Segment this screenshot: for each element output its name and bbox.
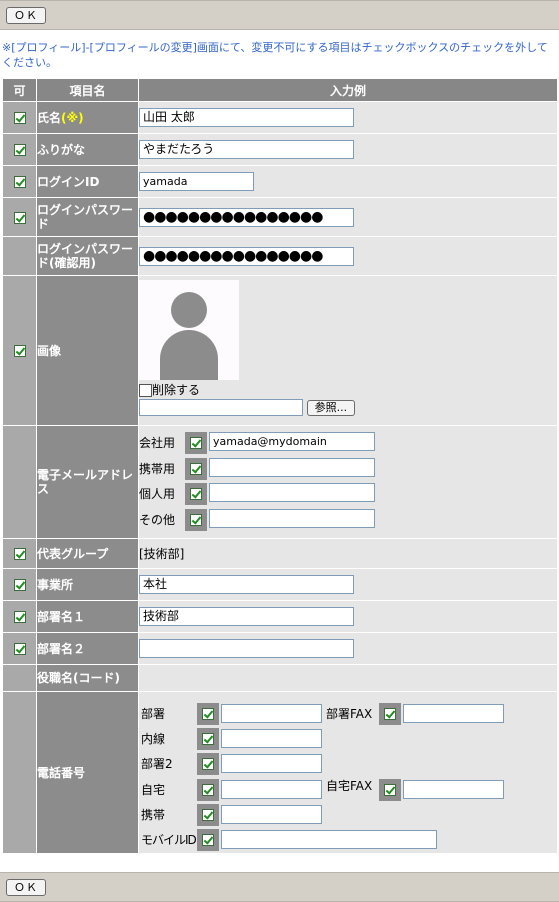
row-name: 氏名(※) 山田 太郎 xyxy=(2,101,558,134)
login-id-label: ログインID xyxy=(36,165,139,198)
email-personal-label: 個人用 xyxy=(139,486,176,501)
phone-home-input[interactable] xyxy=(221,779,322,799)
phone-dept2-label: 部署2 xyxy=(141,756,173,771)
group-value: [技術部] xyxy=(139,547,185,561)
password-label: ログインパスワード xyxy=(36,197,139,237)
profile-settings-table: 可 項目名 入力例 氏名(※) 山田 太郎 ふりがな やまだたろう ログインID… xyxy=(2,78,558,854)
row-image: 画像 削除する 参照... xyxy=(2,275,558,426)
email-mobile-input[interactable] xyxy=(209,457,375,477)
phone-mobile-checkbox[interactable] xyxy=(202,808,214,821)
email-other-label: その他 xyxy=(139,512,176,527)
phone-dept2-input[interactable] xyxy=(221,753,322,773)
kana-label: ふりがな xyxy=(36,133,139,166)
row-password-confirm: ログインパスワード(確認用) ●●●●●●●●●●●●●●●● xyxy=(2,236,558,276)
name-checkbox[interactable] xyxy=(13,112,26,124)
phone-dept-input[interactable] xyxy=(221,703,322,723)
dept1-checkbox[interactable] xyxy=(13,611,26,623)
position-label: 役職名(コード) xyxy=(36,664,139,692)
row-login-id: ログインID yamada xyxy=(2,165,558,198)
phone-dept-fax-input[interactable] xyxy=(403,703,504,723)
row-dept1: 部署名１ 技術部 xyxy=(2,600,558,633)
email-label: 電子メールアドレス xyxy=(36,425,139,539)
row-office: 事業所 本社 xyxy=(2,568,558,601)
phone-dept2-checkbox[interactable] xyxy=(202,757,214,770)
office-label: 事業所 xyxy=(36,568,139,601)
phone-home-checkbox[interactable] xyxy=(202,783,214,796)
group-label: 代表グループ xyxy=(36,538,139,569)
image-file-input[interactable] xyxy=(139,399,303,416)
header-row: 可 項目名 入力例 xyxy=(2,78,558,102)
row-position: 役職名(コード) xyxy=(2,664,558,692)
dept2-label: 部署名２ xyxy=(36,632,139,665)
office-checkbox[interactable] xyxy=(13,579,26,591)
password-input[interactable]: ●●●●●●●●●●●●●●●● xyxy=(139,207,354,227)
email-company-label: 会社用 xyxy=(139,435,176,450)
kana-input[interactable]: やまだたろう xyxy=(139,140,354,159)
top-toolbar: ＯＫ xyxy=(0,0,559,30)
email-group: 会社用 yamada@mydomain 携帯用 個人用 その他 xyxy=(139,430,557,535)
phone-group: 部署 部署FAX 内線 部署2 自宅 自宅FAX 携帯 モバイルID xyxy=(139,697,557,851)
email-mobile-label: 携帯用 xyxy=(139,461,176,476)
row-dept2: 部署名２ xyxy=(2,632,558,665)
row-email: 電子メールアドレス 会社用 yamada@mydomain 携帯用 個人用 その… xyxy=(2,425,558,539)
phone-home-fax-input[interactable] xyxy=(403,779,504,799)
row-kana: ふりがな やまだたろう xyxy=(2,133,558,166)
avatar-image xyxy=(139,280,239,380)
phone-mobile-label: 携帯 xyxy=(141,807,166,822)
header-allow: 可 xyxy=(2,78,37,102)
header-example: 入力例 xyxy=(138,78,558,102)
notice-text: ※[プロフィール]-[プロフィールの変更]画面にて、変更不可にする項目はチェック… xyxy=(2,41,548,69)
dept2-checkbox[interactable] xyxy=(13,643,26,655)
ok-button-bottom[interactable]: ＯＫ xyxy=(6,879,46,896)
login-id-checkbox[interactable] xyxy=(13,176,26,188)
phone-dept-fax-label: 部署FAX xyxy=(326,706,373,721)
phone-dept-label: 部署 xyxy=(141,706,166,721)
image-checkbox[interactable] xyxy=(13,345,26,357)
row-group: 代表グループ [技術部] xyxy=(2,538,558,569)
phone-ext-input[interactable] xyxy=(221,728,322,748)
row-password: ログインパスワード ●●●●●●●●●●●●●●●● xyxy=(2,197,558,237)
login-id-input[interactable]: yamada xyxy=(139,172,254,191)
row-phone: 電話番号 部署 部署FAX 内線 部署2 自宅 自宅FAX 携帯 モバイルID xyxy=(2,691,558,854)
phone-mobile-id-checkbox[interactable] xyxy=(202,833,214,846)
phone-dept-checkbox[interactable] xyxy=(202,707,214,720)
image-label: 画像 xyxy=(36,275,139,426)
dept1-label: 部署名１ xyxy=(36,600,139,633)
phone-dept-fax-checkbox[interactable] xyxy=(384,707,396,720)
phone-label: 電話番号 xyxy=(36,691,139,854)
email-personal-input[interactable] xyxy=(209,482,375,502)
phone-ext-label: 内線 xyxy=(141,731,166,746)
email-mobile-checkbox[interactable] xyxy=(190,462,202,475)
password-confirm-input[interactable]: ●●●●●●●●●●●●●●●● xyxy=(139,246,354,266)
email-other-checkbox[interactable] xyxy=(190,513,202,526)
email-company-input[interactable]: yamada@mydomain xyxy=(209,431,375,451)
delete-image-label: 削除する xyxy=(152,383,201,397)
kana-checkbox[interactable] xyxy=(13,144,26,156)
ok-button-top[interactable]: ＯＫ xyxy=(6,7,46,24)
name-input[interactable]: 山田 太郎 xyxy=(139,108,354,127)
group-checkbox[interactable] xyxy=(13,548,26,560)
phone-mobile-id-label: モバイルID xyxy=(141,832,197,847)
delete-image-checkbox[interactable] xyxy=(139,384,152,397)
phone-ext-checkbox[interactable] xyxy=(202,732,214,745)
phone-home-label: 自宅 xyxy=(141,782,166,797)
name-label: 氏名(※) xyxy=(36,101,139,134)
dept2-input[interactable] xyxy=(139,639,354,658)
header-item-name: 項目名 xyxy=(36,78,139,102)
dept1-input[interactable]: 技術部 xyxy=(139,607,354,626)
email-company-checkbox[interactable] xyxy=(190,436,202,449)
browse-button[interactable]: 参照... xyxy=(306,399,355,416)
email-other-input[interactable] xyxy=(209,508,375,528)
phone-mobile-input[interactable] xyxy=(221,804,322,824)
office-input[interactable]: 本社 xyxy=(139,575,354,594)
required-mark: (※) xyxy=(61,110,84,125)
phone-mobile-id-input[interactable] xyxy=(221,829,437,849)
password-confirm-label: ログインパスワード(確認用) xyxy=(36,236,139,276)
bottom-toolbar: ＯＫ xyxy=(0,872,559,902)
email-personal-checkbox[interactable] xyxy=(190,487,202,500)
password-checkbox[interactable] xyxy=(13,211,26,224)
phone-home-fax-checkbox[interactable] xyxy=(384,783,396,796)
phone-home-fax-label: 自宅FAX xyxy=(326,778,373,793)
